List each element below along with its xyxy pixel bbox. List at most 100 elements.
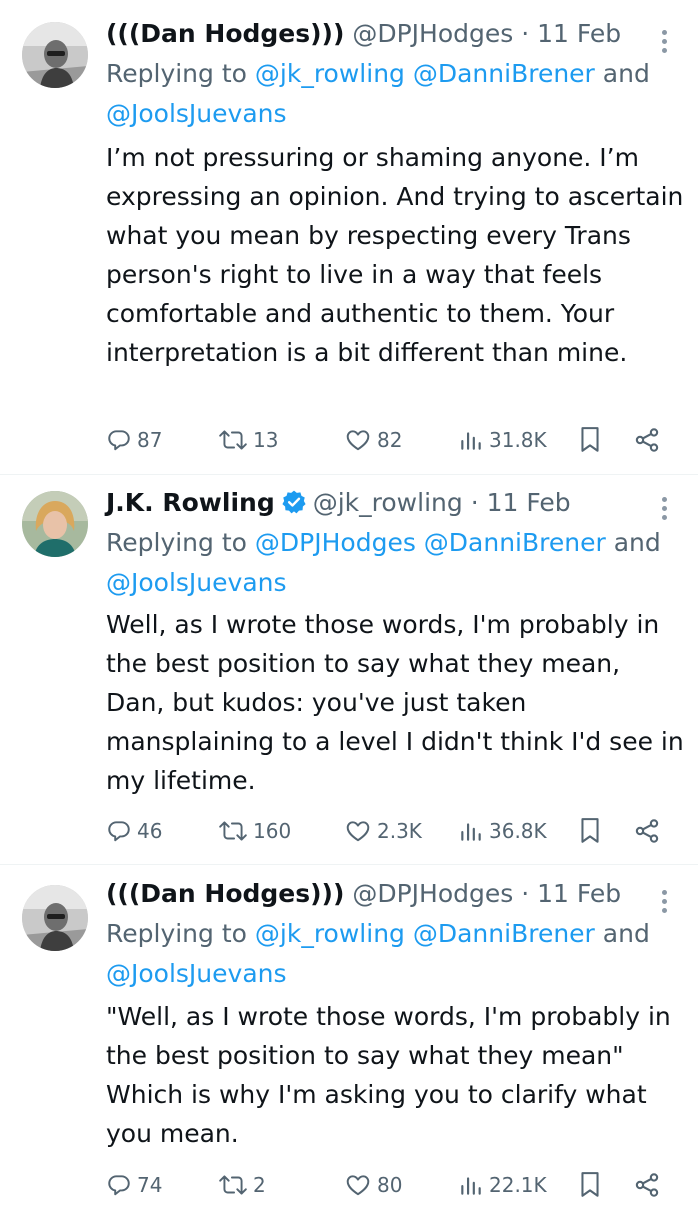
reply-count: 46 bbox=[137, 819, 163, 843]
more-options-icon[interactable] bbox=[662, 30, 668, 57]
mention-link[interactable]: @JoolsJuevans bbox=[106, 99, 287, 128]
repost-icon bbox=[219, 821, 247, 841]
repost-count: 160 bbox=[253, 819, 292, 843]
avatar[interactable] bbox=[22, 885, 88, 951]
avatar[interactable] bbox=[22, 22, 88, 88]
like-count: 80 bbox=[377, 1173, 403, 1197]
view-count: 31.8K bbox=[489, 428, 547, 452]
separator-dot: · bbox=[470, 488, 479, 517]
share-button[interactable] bbox=[633, 811, 661, 851]
tweet[interactable]: (((Dan Hodges))) @DPJHodges · 11 Feb Rep… bbox=[0, 0, 698, 470]
mention-link[interactable]: @DanniBrener bbox=[413, 919, 595, 948]
profile-photo-color-icon bbox=[22, 491, 88, 557]
replying-to-label: Replying to bbox=[106, 528, 247, 557]
repost-count: 13 bbox=[253, 428, 279, 452]
repost-count: 2 bbox=[253, 1173, 266, 1197]
verified-badge-icon[interactable] bbox=[281, 489, 307, 515]
repost-button[interactable]: 160 bbox=[218, 811, 291, 851]
replying-to-and: and bbox=[602, 919, 650, 948]
share-button[interactable] bbox=[633, 420, 661, 460]
replying-to-and: and bbox=[602, 59, 650, 88]
handle[interactable]: @jk_rowling bbox=[313, 488, 463, 517]
heart-icon bbox=[346, 1175, 370, 1196]
display-name[interactable]: J.K. Rowling bbox=[106, 488, 275, 517]
view-count: 36.8K bbox=[489, 819, 547, 843]
heart-icon bbox=[346, 430, 370, 451]
share-icon bbox=[635, 1173, 659, 1197]
views-button[interactable]: 36.8K bbox=[458, 811, 547, 851]
repost-button[interactable]: 13 bbox=[218, 420, 278, 460]
like-button[interactable]: 2.3K bbox=[344, 811, 422, 851]
tweet-header: J.K. Rowling @jk_rowling · 11 Feb bbox=[106, 487, 571, 519]
like-button[interactable]: 82 bbox=[344, 420, 402, 460]
reply-button[interactable]: 46 bbox=[106, 811, 162, 851]
bookmark-icon bbox=[581, 427, 599, 452]
mention-link[interactable]: @JoolsJuevans bbox=[106, 959, 287, 988]
analytics-icon bbox=[461, 823, 481, 841]
tweet-text: Well, as I wrote those words, I'm probab… bbox=[106, 610, 692, 795]
mention-link[interactable]: @DanniBrener bbox=[424, 528, 606, 557]
tweet[interactable]: J.K. Rowling @jk_rowling · 11 Feb Replyin… bbox=[0, 475, 698, 859]
share-button[interactable] bbox=[633, 1165, 661, 1205]
replying-to: Replying to @DPJHodges @DanniBrener and … bbox=[106, 523, 676, 603]
reply-icon bbox=[108, 821, 130, 842]
reply-count: 74 bbox=[137, 1173, 163, 1197]
reply-button[interactable]: 87 bbox=[106, 420, 162, 460]
like-count: 82 bbox=[377, 428, 403, 452]
mention-link[interactable]: @jk_rowling bbox=[255, 919, 405, 948]
repost-button[interactable]: 2 bbox=[218, 1165, 266, 1205]
tweet-actions: 74 2 80 22.1K bbox=[106, 1165, 666, 1205]
replying-to-and: and bbox=[613, 528, 661, 557]
display-name[interactable]: (((Dan Hodges))) bbox=[106, 879, 344, 908]
mention-link[interactable]: @JoolsJuevans bbox=[106, 568, 287, 597]
reply-count: 87 bbox=[137, 428, 163, 452]
like-count: 2.3K bbox=[377, 819, 422, 843]
profile-photo-grayscale-icon bbox=[22, 885, 88, 951]
views-button[interactable]: 22.1K bbox=[458, 1165, 547, 1205]
reply-icon bbox=[108, 430, 130, 451]
replying-to: Replying to @jk_rowling @DanniBrener and… bbox=[106, 914, 676, 994]
like-button[interactable]: 80 bbox=[344, 1165, 402, 1205]
share-icon bbox=[635, 819, 659, 843]
repost-icon bbox=[219, 1175, 247, 1195]
mention-link[interactable]: @DanniBrener bbox=[413, 59, 595, 88]
profile-photo-grayscale-icon bbox=[22, 22, 88, 88]
bookmark-button[interactable] bbox=[579, 811, 601, 851]
more-options-icon[interactable] bbox=[662, 890, 668, 917]
bookmark-button[interactable] bbox=[579, 1165, 601, 1205]
tweet-actions: 87 13 82 31.8K bbox=[106, 420, 666, 460]
bookmark-icon bbox=[581, 818, 599, 843]
replying-to: Replying to @jk_rowling @DanniBrener and… bbox=[106, 54, 676, 134]
tweet-header: (((Dan Hodges))) @DPJHodges · 11 Feb bbox=[106, 18, 621, 50]
mention-link[interactable]: @jk_rowling bbox=[255, 59, 405, 88]
tweet-header: (((Dan Hodges))) @DPJHodges · 11 Feb bbox=[106, 878, 621, 910]
reply-icon bbox=[108, 1175, 130, 1196]
timestamp[interactable]: 11 Feb bbox=[487, 488, 571, 517]
replying-to-label: Replying to bbox=[106, 919, 247, 948]
replying-to-label: Replying to bbox=[106, 59, 247, 88]
avatar[interactable] bbox=[22, 491, 88, 557]
timestamp[interactable]: 11 Feb bbox=[537, 879, 621, 908]
display-name[interactable]: (((Dan Hodges))) bbox=[106, 19, 344, 48]
view-count: 22.1K bbox=[489, 1173, 547, 1197]
heart-icon bbox=[346, 821, 370, 842]
more-options-icon[interactable] bbox=[662, 497, 668, 524]
views-button[interactable]: 31.8K bbox=[458, 420, 547, 460]
separator-dot: · bbox=[521, 19, 530, 48]
reply-button[interactable]: 74 bbox=[106, 1165, 162, 1205]
share-icon bbox=[635, 428, 659, 452]
tweet[interactable]: (((Dan Hodges))) @DPJHodges · 11 Feb Rep… bbox=[0, 865, 698, 1200]
handle[interactable]: @DPJHodges bbox=[352, 879, 513, 908]
bookmark-icon bbox=[581, 1172, 599, 1197]
separator-dot: · bbox=[521, 879, 530, 908]
tweet-text: "Well, as I wrote those words, I'm proba… bbox=[106, 1002, 679, 1148]
mention-link[interactable]: @DPJHodges bbox=[255, 528, 416, 557]
timestamp[interactable]: 11 Feb bbox=[537, 19, 621, 48]
analytics-icon bbox=[461, 1177, 481, 1195]
tweet-text: I’m not pressuring or shaming anyone. I’… bbox=[106, 143, 692, 367]
repost-icon bbox=[219, 430, 247, 450]
bookmark-button[interactable] bbox=[579, 420, 601, 460]
tweet-actions: 46 160 2.3K 36.8K bbox=[106, 811, 666, 851]
analytics-icon bbox=[461, 432, 481, 450]
handle[interactable]: @DPJHodges bbox=[352, 19, 513, 48]
